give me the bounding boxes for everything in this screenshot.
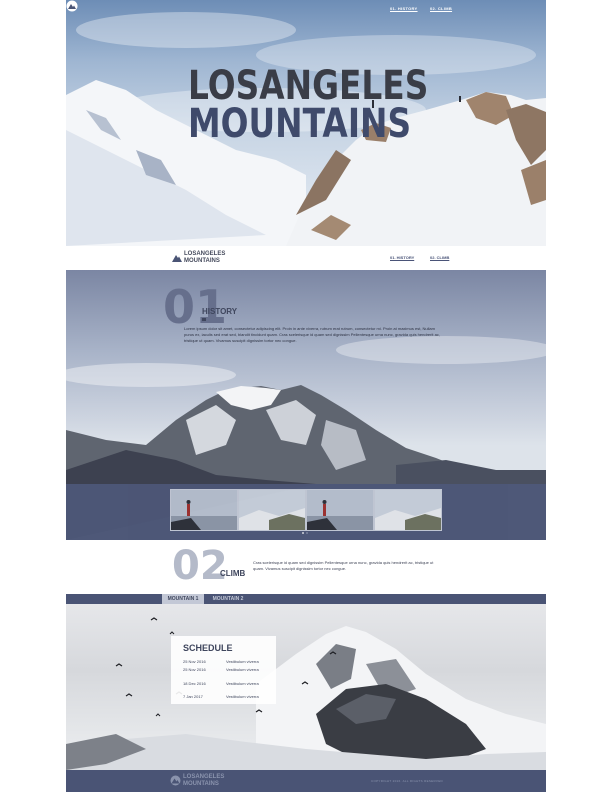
history-text: Lorem ipsum dolor sit amet, consectetur … xyxy=(184,326,440,343)
history-section: 01 HISTORY Lorem ipsum dolor sit amet, c… xyxy=(66,270,546,540)
hero-title-line2: MOUNTAINS xyxy=(188,101,412,147)
gallery-thumb-3[interactable] xyxy=(306,489,374,531)
gallery-image-2 xyxy=(239,490,305,530)
climb-section: 02 CLIMB Cras scelerisque id quam sed di… xyxy=(66,540,546,594)
gallery-image-4 xyxy=(375,490,441,530)
mountain-tabs: MOUNTAIN 1 MOUNTAIN 2 xyxy=(66,594,546,604)
schedule-card: SCHEDULE 25 Nov 2016 Vestibulum viverra … xyxy=(171,636,276,704)
climb-number: 02 xyxy=(172,543,228,589)
climb-title: CLIMB xyxy=(220,569,246,578)
climb-text: Cras scelerisque id quam sed dignissim P… xyxy=(253,560,434,571)
history-title-underline xyxy=(202,318,206,321)
navbar-logo-line2[interactable]: MOUNTAINS xyxy=(184,258,220,264)
mountain-logo-icon[interactable] xyxy=(172,253,182,262)
schedule-date: 7 Jan 2017 xyxy=(183,694,203,699)
schedule-date: 18 Dec 2016 xyxy=(183,681,206,686)
mountain-logo-icon[interactable] xyxy=(170,775,181,786)
schedule-title: SCHEDULE xyxy=(183,643,233,653)
navbar-logo-line1[interactable]: LOSANGELES xyxy=(184,251,225,257)
gallery-thumb-1[interactable] xyxy=(170,489,238,531)
hero-section: 01. HISTORY 02. CLIMB LOSANGELES MOUNTAI… xyxy=(66,0,546,246)
footer: LOSANGELES MOUNTAINS COPYRIGHT 2016. ALL… xyxy=(66,770,546,792)
footer-logo-line2[interactable]: MOUNTAINS xyxy=(183,781,219,787)
schedule-date: 25 Nov 2016 xyxy=(183,667,206,672)
mountain-logo-icon[interactable] xyxy=(66,0,78,12)
history-gallery xyxy=(66,484,546,540)
hero-nav-history[interactable]: 01. HISTORY xyxy=(390,6,418,11)
tab-mountain-1[interactable]: MOUNTAIN 1 xyxy=(162,594,204,604)
schedule-item[interactable]: Vestibulum viverra xyxy=(226,694,259,699)
top-navbar: LOSANGELES MOUNTAINS 01. HISTORY 02. CLI… xyxy=(66,246,546,270)
gallery-pagination-dots[interactable] xyxy=(301,532,311,534)
schedule-item[interactable]: Vestibulum viverra xyxy=(226,659,259,664)
gallery-thumb-4[interactable] xyxy=(374,489,442,531)
schedule-item[interactable]: Vestibulum viverra xyxy=(226,681,259,686)
footer-copyright: COPYRIGHT 2016. ALL RIGHTS RESERVED xyxy=(371,779,443,783)
schedule-date: 25 Nov 2016 xyxy=(183,659,206,664)
history-title: HISTORY xyxy=(202,307,238,316)
gallery-thumb-2[interactable] xyxy=(238,489,306,531)
gallery-image-3 xyxy=(307,490,373,530)
tab-mountain-2[interactable]: MOUNTAIN 2 xyxy=(208,594,248,604)
schedule-section: SCHEDULE 25 Nov 2016 Vestibulum viverra … xyxy=(66,604,546,770)
gallery-image-1 xyxy=(171,490,237,530)
hero-nav-climb[interactable]: 02. CLIMB xyxy=(430,6,452,11)
schedule-item[interactable]: Vestibulum viverra xyxy=(226,667,259,672)
schedule-mountain-image xyxy=(66,617,546,770)
navbar-link-climb[interactable]: 02. CLIMB xyxy=(430,255,449,260)
navbar-link-history[interactable]: 01. HISTORY xyxy=(390,255,414,260)
footer-logo-line1[interactable]: LOSANGELES xyxy=(183,774,224,780)
hero-title-line1: LOSANGELES xyxy=(188,63,429,109)
